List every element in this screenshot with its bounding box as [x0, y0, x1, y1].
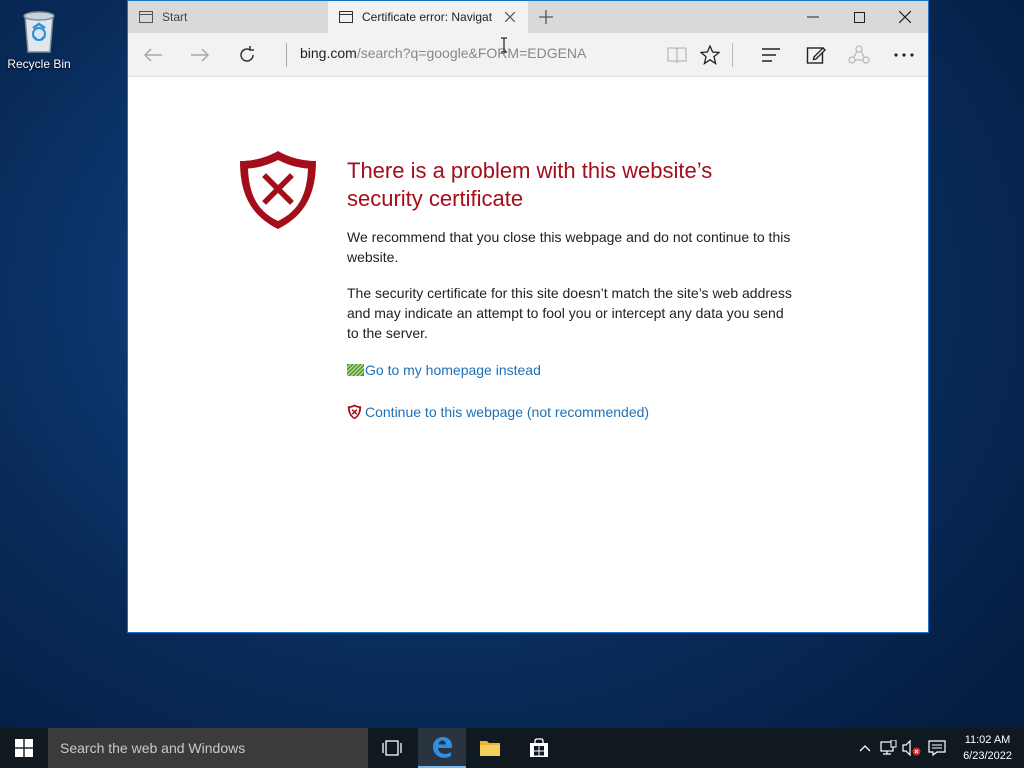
continue-to-webpage-link[interactable]: Continue to this webpage (not recommende…	[347, 404, 649, 420]
refresh-icon	[240, 46, 254, 62]
address-path: /search?q=google&FORM=EDGENA	[356, 45, 587, 61]
windows-logo-icon	[15, 739, 33, 757]
page-content: There is a problem with this website’s s…	[128, 77, 928, 632]
store-button[interactable]	[515, 728, 563, 768]
recycle-bin-label: Recycle Bin	[7, 57, 71, 71]
refresh-button[interactable]	[232, 41, 262, 69]
pen-note-icon	[806, 47, 826, 64]
red-shield-icon	[347, 404, 365, 420]
go-to-homepage-label: Go to my homepage instead	[365, 362, 541, 378]
network-icon	[880, 740, 897, 755]
address-host: bing.com	[300, 45, 357, 61]
show-hidden-icons-button[interactable]	[855, 738, 875, 758]
address-separator	[286, 43, 287, 67]
clock-date: 6/23/2022	[963, 750, 1012, 762]
navigation-bar: bing.com/search?q=google&FORM=EDGENA	[128, 33, 928, 77]
recycle-bin-icon	[23, 11, 55, 53]
close-window-button[interactable]	[882, 1, 928, 33]
back-arrow-icon	[143, 48, 162, 62]
tab-page-icon	[338, 9, 354, 25]
clock-time: 11:02 AM	[964, 734, 1011, 746]
tab-certificate-error[interactable]: Certificate error: Navigat	[328, 1, 528, 33]
title-bar: Start Certificate error: Navigat	[128, 1, 928, 33]
file-explorer-button[interactable]	[466, 728, 514, 768]
volume-muted-icon	[902, 740, 921, 756]
star-icon	[700, 45, 720, 65]
chevron-up-icon	[859, 745, 871, 752]
share-button[interactable]	[844, 41, 874, 69]
address-bar[interactable]: bing.com/search?q=google&FORM=EDGENA	[300, 45, 586, 61]
notification-icon	[928, 740, 946, 756]
recommendation-text: We recommend that you close this webpage…	[347, 229, 791, 265]
plus-icon	[539, 10, 553, 24]
taskbar: Search the web and Windows 11:02 AM 6/23…	[0, 728, 1024, 768]
maximize-button[interactable]	[836, 1, 882, 33]
minimize-button[interactable]	[790, 1, 836, 33]
share-icon	[848, 45, 870, 64]
tab-start[interactable]: Start	[128, 1, 328, 33]
task-view-icon	[382, 740, 402, 756]
error-title: There is a problem with this website’s s…	[347, 158, 713, 211]
recycle-bin[interactable]: Recycle Bin	[4, 6, 74, 71]
close-icon	[899, 11, 911, 23]
favorite-button[interactable]	[695, 41, 725, 69]
system-clock[interactable]: 11:02 AM 6/23/2022	[963, 732, 1012, 764]
continue-to-webpage-label: Continue to this webpage (not recommende…	[365, 404, 650, 420]
tab-label: Start	[162, 10, 188, 24]
edge-browser-window: Start Certificate error: Navigat bing.co…	[127, 0, 929, 633]
store-bag-icon	[530, 738, 548, 757]
action-center-button[interactable]	[927, 738, 947, 758]
tab-page-icon	[138, 9, 154, 25]
edge-taskbar-button[interactable]	[418, 728, 466, 768]
task-view-button[interactable]	[368, 728, 416, 768]
volume-button[interactable]	[902, 738, 922, 758]
tab-label: Certificate error: Navigat	[362, 10, 493, 24]
folder-icon	[480, 741, 500, 756]
search-placeholder: Search the web and Windows	[60, 740, 246, 756]
close-tab-icon[interactable]	[502, 9, 518, 25]
edge-icon	[433, 737, 452, 758]
hub-icon	[762, 48, 780, 62]
more-icon	[894, 53, 914, 57]
green-shield-icon	[347, 362, 365, 378]
minimize-icon	[807, 16, 819, 18]
new-tab-button[interactable]	[536, 7, 556, 27]
web-note-button[interactable]	[801, 41, 831, 69]
shield-error-icon	[240, 151, 316, 229]
forward-arrow-icon	[191, 48, 210, 62]
network-button[interactable]	[878, 738, 898, 758]
go-to-homepage-link[interactable]: Go to my homepage instead	[347, 362, 541, 378]
hub-button[interactable]	[756, 41, 786, 69]
certificate-mismatch-text: The security certificate for this site d…	[347, 285, 792, 341]
forward-button[interactable]	[185, 41, 215, 69]
toolbar-divider	[732, 43, 733, 67]
maximize-icon	[853, 11, 865, 23]
start-button[interactable]	[0, 728, 48, 768]
text-cursor-icon	[501, 37, 507, 53]
more-button[interactable]	[889, 41, 919, 69]
back-button[interactable]	[138, 41, 168, 69]
reading-view-button[interactable]	[662, 41, 692, 69]
book-icon	[667, 47, 687, 64]
taskbar-search-box[interactable]: Search the web and Windows	[48, 728, 368, 768]
